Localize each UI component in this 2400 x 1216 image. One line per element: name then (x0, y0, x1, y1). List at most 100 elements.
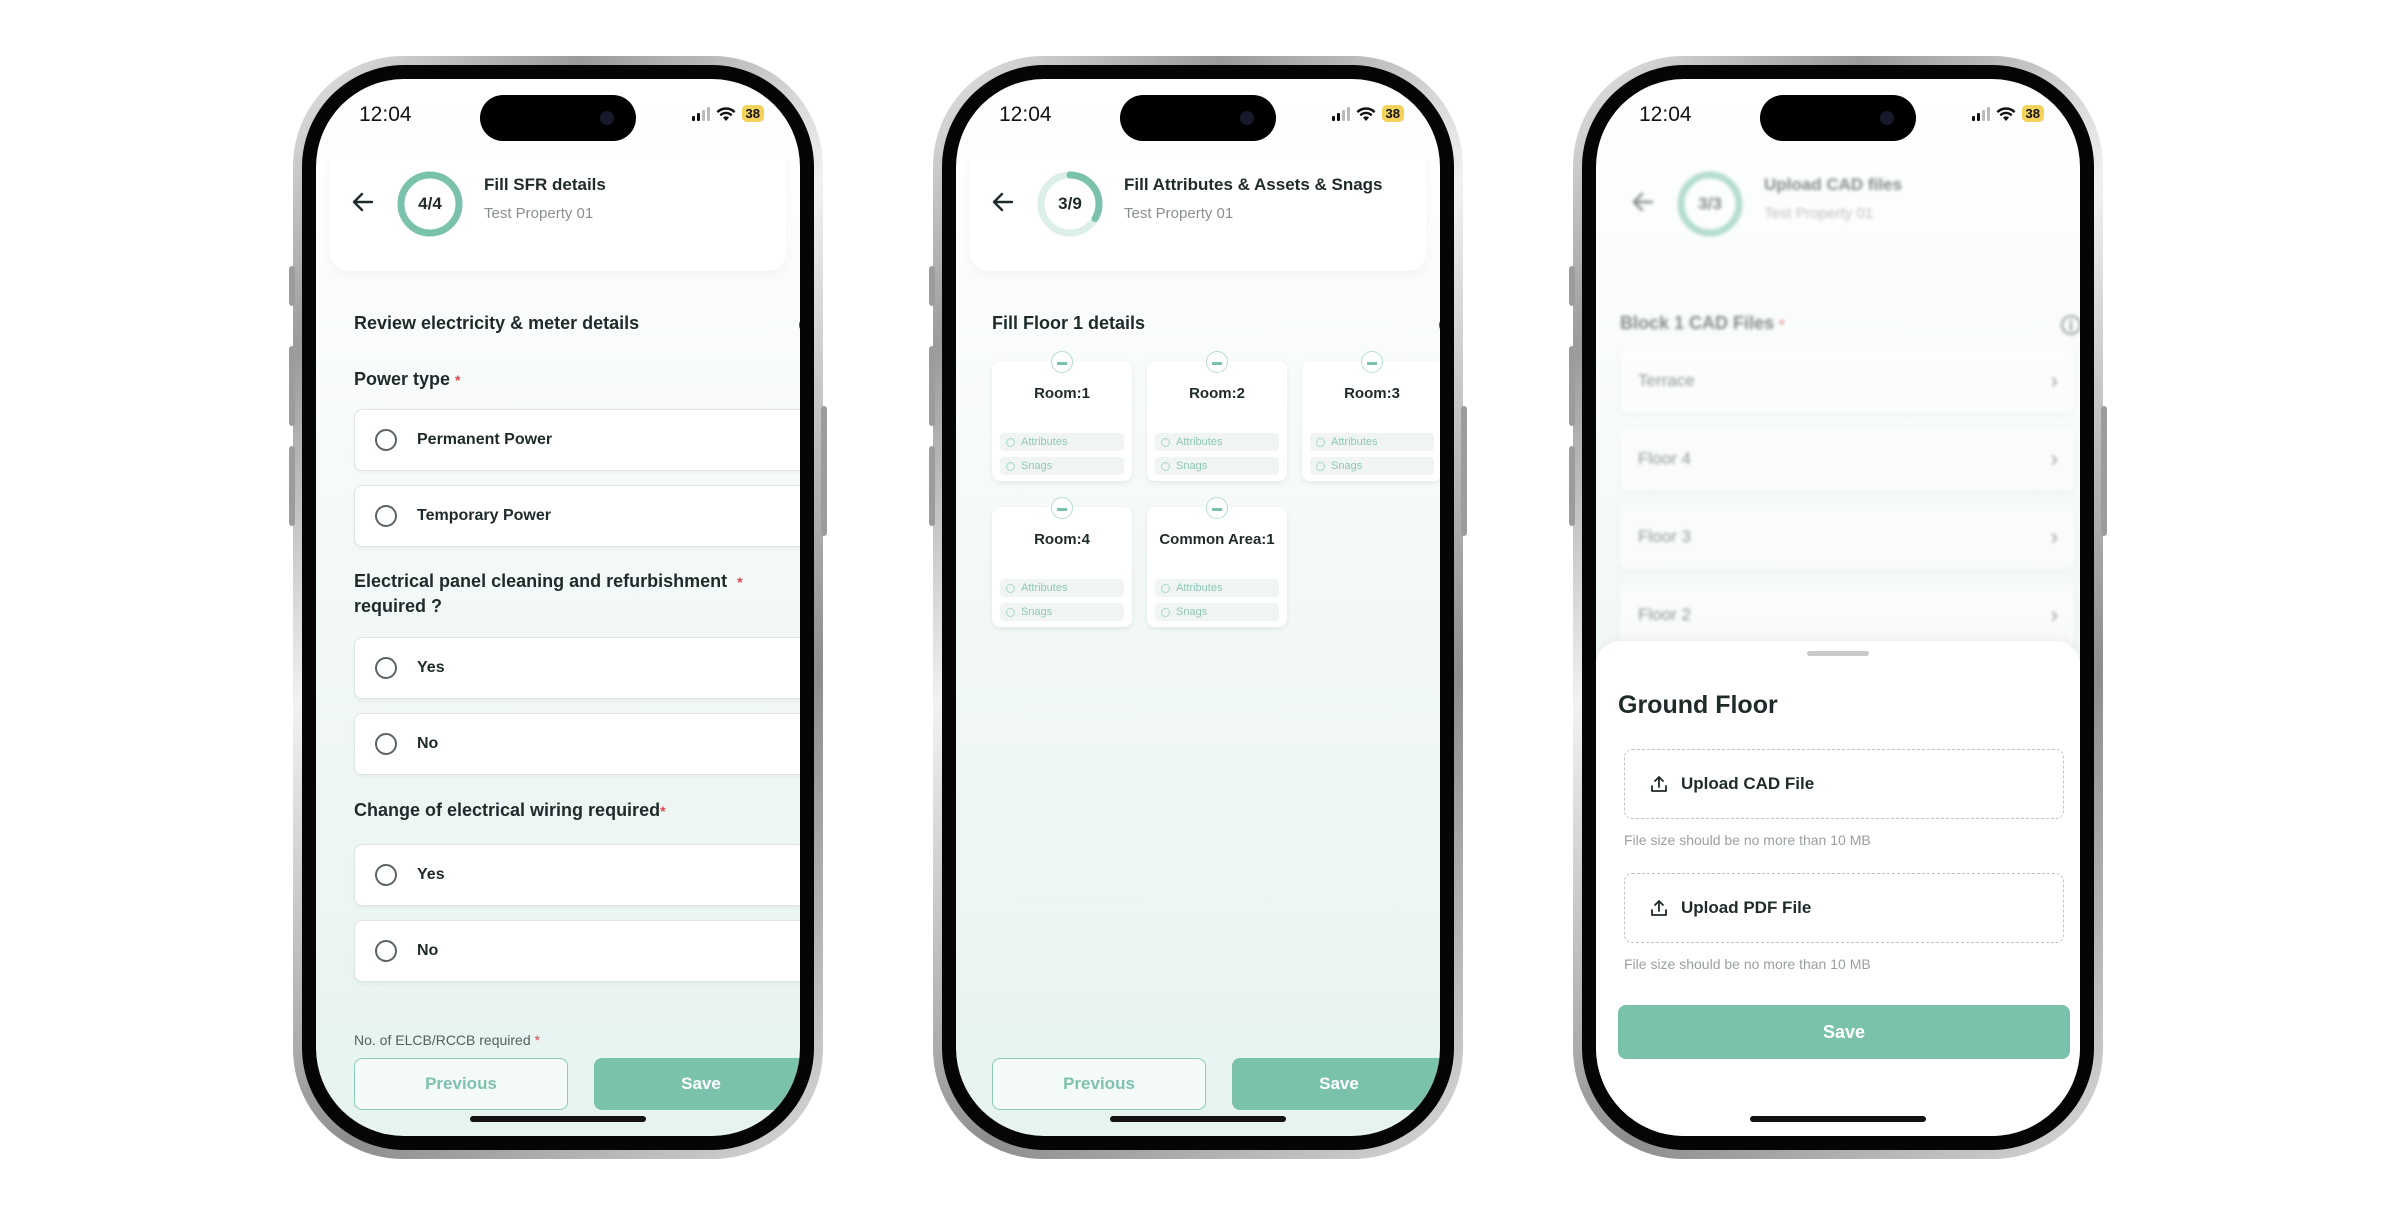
snags-status[interactable]: Snags (1155, 457, 1279, 475)
status-bar: 12:04 38 (1596, 79, 2080, 149)
section-title: Review electricity & meter details (354, 313, 640, 333)
room-card[interactable]: ▬ Room:4 Attributes Snags (992, 497, 1132, 627)
screen-sfr-details: 12:04 38 4/4 Fill SFR details Test Prope… (316, 79, 800, 1136)
section-title: Block 1 CAD Files * (1620, 313, 1785, 333)
phone-frame-1: 12:04 38 4/4 Fill SFR details Test Prope… (289, 56, 827, 1159)
radio-button[interactable] (375, 657, 397, 679)
question-power-type: Power type * (354, 369, 461, 389)
phone-frame-2: 12:04 38 3/9 Fill Attributes & Assets & … (929, 56, 1467, 1159)
page-title: Fill SFR details (484, 175, 606, 194)
save-button[interactable]: Save (1232, 1058, 1440, 1110)
bed-icon: ▬ (1206, 351, 1228, 373)
section-title: Fill Floor 1 details (992, 313, 1146, 333)
progress-label: 4/4 (418, 194, 442, 213)
chevron-right-icon: › (2050, 368, 2058, 393)
option-panel-yes[interactable]: Yes (354, 637, 800, 699)
question-elcb-count: No. of ELCB/RCCB required * (354, 1032, 540, 1048)
radio-button[interactable] (375, 940, 397, 962)
attributes-status[interactable]: Attributes (1155, 579, 1279, 597)
dynamic-island (1120, 95, 1276, 141)
attributes-status[interactable]: Attributes (1000, 579, 1124, 597)
file-size-hint: File size should be no more than 10 MB (1624, 832, 1871, 848)
radio-button[interactable] (375, 733, 397, 755)
page-title: Fill Attributes & Assets & Snags (1124, 175, 1383, 194)
radio-button[interactable] (375, 429, 397, 451)
progress-label: 3/9 (1058, 194, 1082, 213)
save-button[interactable]: Save (594, 1058, 800, 1110)
snags-status[interactable]: Snags (1000, 603, 1124, 621)
sheet-title: Ground Floor (1618, 691, 1778, 719)
snags-status[interactable]: Snags (1000, 457, 1124, 475)
status-bar: 12:04 38 (956, 79, 1440, 149)
snags-status[interactable]: Snags (1310, 457, 1434, 475)
status-bar: 12:04 38 (316, 79, 800, 149)
floor-item-floor-3[interactable]: Floor 3 › (1620, 505, 2074, 569)
dynamic-island (480, 95, 636, 141)
question-wiring-change: Change of electrical wiring required* (354, 800, 666, 820)
option-temporary-power[interactable]: Temporary Power (354, 485, 800, 547)
floor-item-floor-4[interactable]: Floor 4 › (1620, 427, 2074, 491)
attributes-status[interactable]: Attributes (1310, 433, 1434, 451)
bed-icon: ▬ (1051, 351, 1073, 373)
wifi-icon (716, 106, 736, 121)
home-indicator[interactable] (470, 1116, 646, 1122)
phone-frame-3: 3/3 Upload CAD files Test Property 01 Bl… (1569, 56, 2107, 1159)
previous-button[interactable]: Previous (354, 1058, 568, 1110)
info-icon[interactable] (2060, 314, 2080, 336)
signal-icon (691, 106, 710, 121)
back-arrow-icon[interactable] (350, 189, 376, 215)
background-content: 3/3 Upload CAD files Test Property 01 Bl… (1596, 79, 2080, 659)
floor-item-floor-2[interactable]: Floor 2 › (1620, 583, 2074, 647)
page-header: 4/4 Fill SFR details Test Property 01 (330, 155, 786, 271)
screen-floor-details: 12:04 38 3/9 Fill Attributes & Assets & … (956, 79, 1440, 1136)
battery-indicator: 38 (741, 105, 764, 122)
snags-status[interactable]: Snags (1155, 603, 1279, 621)
room-card[interactable]: ▬ Room:1 Attributes Snags (992, 351, 1132, 481)
attributes-status[interactable]: Attributes (1000, 433, 1124, 451)
option-permanent-power[interactable]: Permanent Power (354, 409, 800, 471)
signal-icon (1331, 106, 1350, 121)
chevron-right-icon: › (2050, 524, 2058, 549)
page-subtitle: Test Property 01 (1124, 205, 1234, 222)
status-time: 12:04 (999, 103, 1052, 126)
screen-upload-cad: 3/3 Upload CAD files Test Property 01 Bl… (1596, 79, 2080, 1136)
option-panel-no[interactable]: No (354, 713, 800, 775)
info-icon[interactable] (798, 314, 800, 336)
upload-cad-button[interactable]: Upload CAD File (1624, 749, 2064, 819)
save-button[interactable]: Save (1618, 1005, 2070, 1059)
attributes-status[interactable]: Attributes (1155, 433, 1279, 451)
upload-icon (1651, 900, 1667, 916)
option-wiring-yes[interactable]: Yes (354, 844, 800, 906)
status-time: 12:04 (359, 103, 412, 126)
progress-label: 3/3 (1698, 194, 1722, 213)
back-arrow-icon[interactable] (990, 189, 1016, 215)
home-indicator[interactable] (1110, 1116, 1286, 1122)
info-icon[interactable] (1438, 314, 1440, 336)
file-size-hint: File size should be no more than 10 MB (1624, 956, 1871, 972)
upload-icon (1651, 776, 1667, 792)
room-card[interactable]: ▬ Room:2 Attributes Snags (1147, 351, 1287, 481)
page-subtitle: Test Property 01 (484, 205, 594, 222)
bottom-sheet: Ground Floor Upload CAD File File size s… (1596, 641, 2080, 1136)
option-wiring-no[interactable]: No (354, 920, 800, 982)
room-card[interactable]: ▬ Common Area:1 Attributes Snags (1147, 497, 1287, 627)
radio-button[interactable] (375, 505, 397, 527)
room-card[interactable]: ▬ Room:3 Attributes Snags (1302, 351, 1440, 481)
previous-button[interactable]: Previous (992, 1058, 1206, 1110)
page-header: 3/9 Fill Attributes & Assets & Snags Tes… (970, 155, 1426, 271)
page-title: Upload CAD files (1764, 175, 1902, 194)
question-panel-cleaning: Electrical panel cleaning and refurbishm… (354, 571, 743, 616)
dynamic-island (1760, 95, 1916, 141)
floor-item-terrace[interactable]: Terrace › (1620, 349, 2074, 413)
bed-icon: ▬ (1206, 497, 1228, 519)
back-arrow-icon[interactable] (1630, 189, 1656, 215)
wifi-icon (1996, 106, 2016, 121)
sheet-grabber[interactable] (1807, 651, 1869, 656)
upload-pdf-button[interactable]: Upload PDF File (1624, 873, 2064, 943)
page-header: 3/3 Upload CAD files Test Property 01 (1610, 155, 2066, 271)
battery-indicator: 38 (2021, 105, 2044, 122)
signal-icon (1971, 106, 1990, 121)
home-indicator[interactable] (1750, 1116, 1926, 1122)
page-subtitle: Test Property 01 (1764, 205, 1874, 222)
radio-button[interactable] (375, 864, 397, 886)
